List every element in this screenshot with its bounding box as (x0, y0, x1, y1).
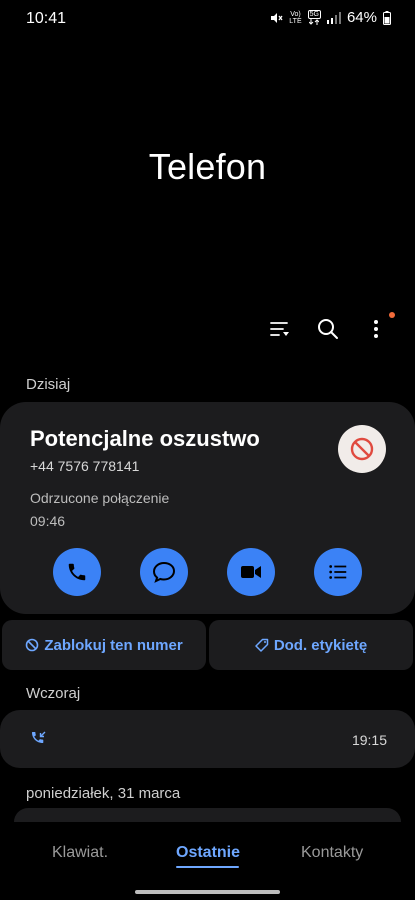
battery-icon (383, 10, 391, 25)
phone-icon (68, 563, 86, 581)
status-time: 10:41 (26, 10, 67, 27)
tag-icon (255, 638, 269, 652)
blocked-avatar[interactable] (338, 425, 386, 473)
home-indicator[interactable] (135, 890, 280, 894)
more-vertical-icon (374, 320, 378, 338)
volte-lte-icon: Vo) LTE (289, 10, 302, 25)
secondary-actions: Zablokuj ten numer Dod. etykietę (0, 620, 415, 670)
incoming-call-icon (32, 731, 46, 743)
filter-icon (270, 322, 289, 336)
message-button[interactable] (140, 548, 188, 596)
search-icon (318, 319, 338, 339)
block-number-label: Zablokuj ten numer (44, 636, 183, 654)
video-call-button[interactable] (227, 548, 275, 596)
details-button[interactable] (314, 548, 362, 596)
tab-keypad[interactable]: Klawiat. (52, 844, 108, 862)
video-icon (241, 566, 261, 578)
more-options-button[interactable] (363, 312, 395, 342)
block-icon (350, 437, 374, 461)
call-number: +44 7576 778141 (30, 458, 140, 474)
section-header-today: Dzisiaj (26, 376, 71, 393)
tab-recents[interactable]: Ostatnie (176, 844, 240, 862)
call-time: 19:15 (351, 732, 387, 748)
mute-icon (269, 11, 283, 25)
block-icon (26, 638, 39, 652)
call-log-item[interactable] (14, 808, 401, 822)
battery-percent: 64% (346, 9, 377, 26)
bottom-navigation: Klawiat. Ostatnie Kontakty (0, 844, 415, 868)
call-button[interactable] (53, 548, 101, 596)
network-5g-icon: 5G (307, 10, 321, 25)
status-bar: 10:41 Vo) LTE 5G 64% (0, 0, 415, 36)
signal-icon (326, 11, 341, 24)
tab-contacts[interactable]: Kontakty (301, 844, 363, 862)
call-title: Potencjalne oszustwo (30, 426, 260, 451)
active-tab-indicator (176, 866, 239, 868)
search-button[interactable] (315, 316, 341, 342)
section-header-monday: poniedziałek, 31 marca (26, 785, 181, 802)
status-icons: Vo) LTE 5G 64% (269, 9, 391, 26)
notification-dot (389, 312, 395, 318)
toolbar (267, 312, 395, 342)
list-icon (329, 565, 347, 579)
call-log-item[interactable]: 19:15 (0, 710, 415, 768)
add-tag-label: Dod. etykietę (273, 636, 368, 654)
call-status: Odrzucone połączenie (30, 490, 170, 506)
filter-button[interactable] (267, 316, 293, 342)
section-header-yesterday: Wczoraj (26, 685, 81, 702)
add-tag-button[interactable]: Dod. etykietę (209, 620, 413, 670)
block-number-button[interactable]: Zablokuj ten numer (2, 620, 206, 670)
page-title: Telefon (148, 146, 267, 187)
call-time: 09:46 (30, 513, 66, 529)
message-icon (152, 561, 176, 583)
